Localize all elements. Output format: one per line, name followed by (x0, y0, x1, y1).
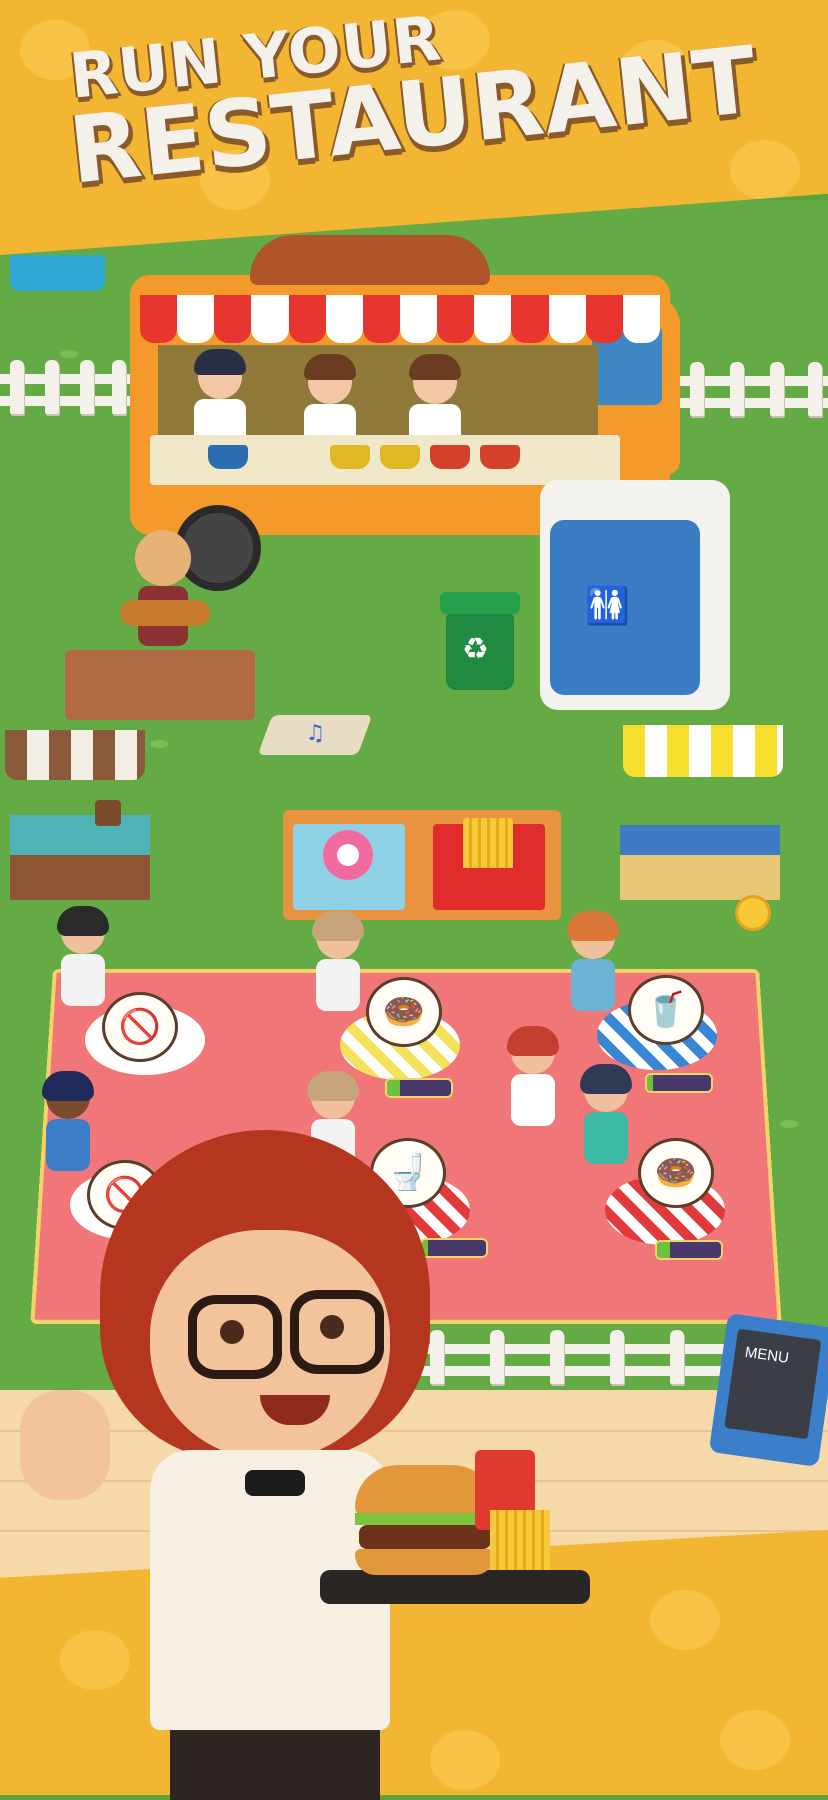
guitar-icon (120, 600, 210, 626)
fries-icon[interactable] (463, 818, 513, 868)
patience-fill (647, 1075, 654, 1091)
order-bubble[interactable]: 🍩 (638, 1138, 714, 1208)
donut-icon: 🍩 (382, 992, 426, 1032)
customer[interactable] (310, 911, 366, 1025)
donut-icon: 🍩 (654, 1153, 698, 1193)
order-bubble[interactable]: 🥤 (628, 975, 704, 1045)
fries-icon (490, 1510, 550, 1570)
fence-right (680, 362, 828, 422)
patience-bar (645, 1073, 713, 1093)
recycle-icon: ♻ (462, 632, 489, 667)
order-bubble[interactable]: 🚫 (102, 992, 178, 1062)
burger-icon (355, 1465, 495, 1575)
burger-icon (250, 235, 490, 285)
waving-hand (20, 1390, 110, 1500)
donut-icon[interactable] (323, 830, 373, 880)
bowtie-icon (245, 1470, 305, 1496)
customer[interactable] (55, 906, 111, 1020)
pot-icon[interactable] (480, 445, 520, 469)
fence-left (0, 360, 130, 420)
serving-tray (320, 1570, 590, 1604)
corner-button[interactable] (10, 255, 105, 291)
restroom-icon: 🚻 (585, 586, 630, 627)
chef[interactable] (190, 349, 250, 445)
music-note-icon[interactable]: ♫ (257, 715, 373, 755)
patience-fill (657, 1242, 670, 1258)
patience-bar (655, 1240, 723, 1260)
pot-icon[interactable] (430, 445, 470, 469)
waiter[interactable] (505, 1026, 561, 1140)
lemonade-cart[interactable] (615, 725, 790, 931)
coffee-cup-icon (95, 800, 121, 826)
lemon-icon (735, 895, 771, 931)
menu-board[interactable]: MENU (708, 1313, 828, 1467)
lemonade-icon: 🥤 (644, 990, 688, 1030)
musician[interactable] (120, 530, 220, 680)
pot-icon[interactable] (380, 445, 420, 469)
food-stand[interactable] (283, 810, 561, 920)
pot-icon[interactable] (330, 445, 370, 469)
patience-fill (387, 1080, 400, 1096)
order-bubble[interactable]: 🍩 (366, 977, 442, 1047)
restroom[interactable]: 🚻 (540, 480, 740, 720)
customer[interactable] (565, 911, 621, 1025)
patience-bar (385, 1078, 453, 1098)
pot-icon[interactable] (208, 445, 248, 469)
pot-blocked-icon: 🚫 (118, 1007, 162, 1047)
waitress-mascot (20, 1130, 600, 1800)
coffee-cart[interactable] (0, 730, 160, 900)
recycle-bin[interactable]: ♻ (440, 592, 520, 692)
